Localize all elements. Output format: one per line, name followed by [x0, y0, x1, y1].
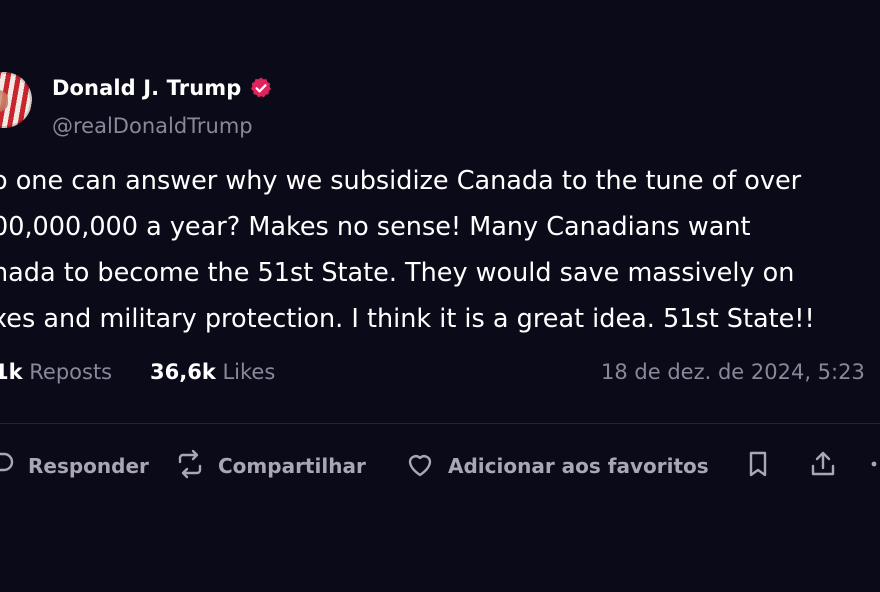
- reply-label: Responder: [28, 454, 149, 478]
- tweet-timestamp[interactable]: 18 de dez. de 2024, 5:23: [601, 360, 865, 384]
- likes-stat[interactable]: 36,6k Likes: [150, 360, 275, 384]
- share-upload-icon: [805, 446, 841, 487]
- tweet-text: o one can answer why we subsidize Canada…: [0, 158, 880, 342]
- bookmark-button[interactable]: [740, 446, 776, 486]
- heart-icon: [402, 446, 438, 487]
- tweet-actions-bar: Responder Compartilhar Adicionar aos fav…: [0, 446, 880, 486]
- divider: [0, 423, 880, 424]
- reposts-stat[interactable]: 1k Reposts: [0, 360, 112, 384]
- reply-button[interactable]: Responder: [0, 446, 149, 486]
- author-handle[interactable]: @realDonaldTrump: [52, 114, 253, 138]
- upload-button[interactable]: [805, 446, 841, 486]
- avatar[interactable]: [0, 72, 32, 128]
- reposts-count: 1k: [0, 360, 23, 384]
- likes-label: Likes: [222, 360, 276, 384]
- tweet-text-line: nada to become the 51st State. They woul…: [0, 258, 795, 288]
- favorite-label: Adicionar aos favoritos: [448, 454, 709, 478]
- author-display-name[interactable]: Donald J. Trump: [52, 76, 241, 100]
- verified-badge-icon: [249, 76, 273, 100]
- reply-icon: [0, 446, 18, 487]
- more-options-button[interactable]: [862, 446, 880, 486]
- author-name-row: Donald J. Trump: [52, 76, 273, 100]
- repost-icon: [172, 446, 208, 487]
- more-icon: [862, 446, 880, 487]
- favorite-button[interactable]: Adicionar aos favoritos: [402, 446, 709, 486]
- repost-button[interactable]: Compartilhar: [172, 446, 366, 486]
- bookmark-icon: [740, 446, 776, 487]
- tweet-text-line: o one can answer why we subsidize Canada…: [0, 166, 802, 196]
- tweet-text-line: 00,000,000 a year? Makes no sense! Many …: [0, 212, 751, 242]
- likes-count: 36,6k: [150, 360, 216, 384]
- reposts-label: Reposts: [29, 360, 113, 384]
- repost-label: Compartilhar: [218, 454, 366, 478]
- tweet-text-line: xes and military protection. I think it …: [0, 304, 815, 334]
